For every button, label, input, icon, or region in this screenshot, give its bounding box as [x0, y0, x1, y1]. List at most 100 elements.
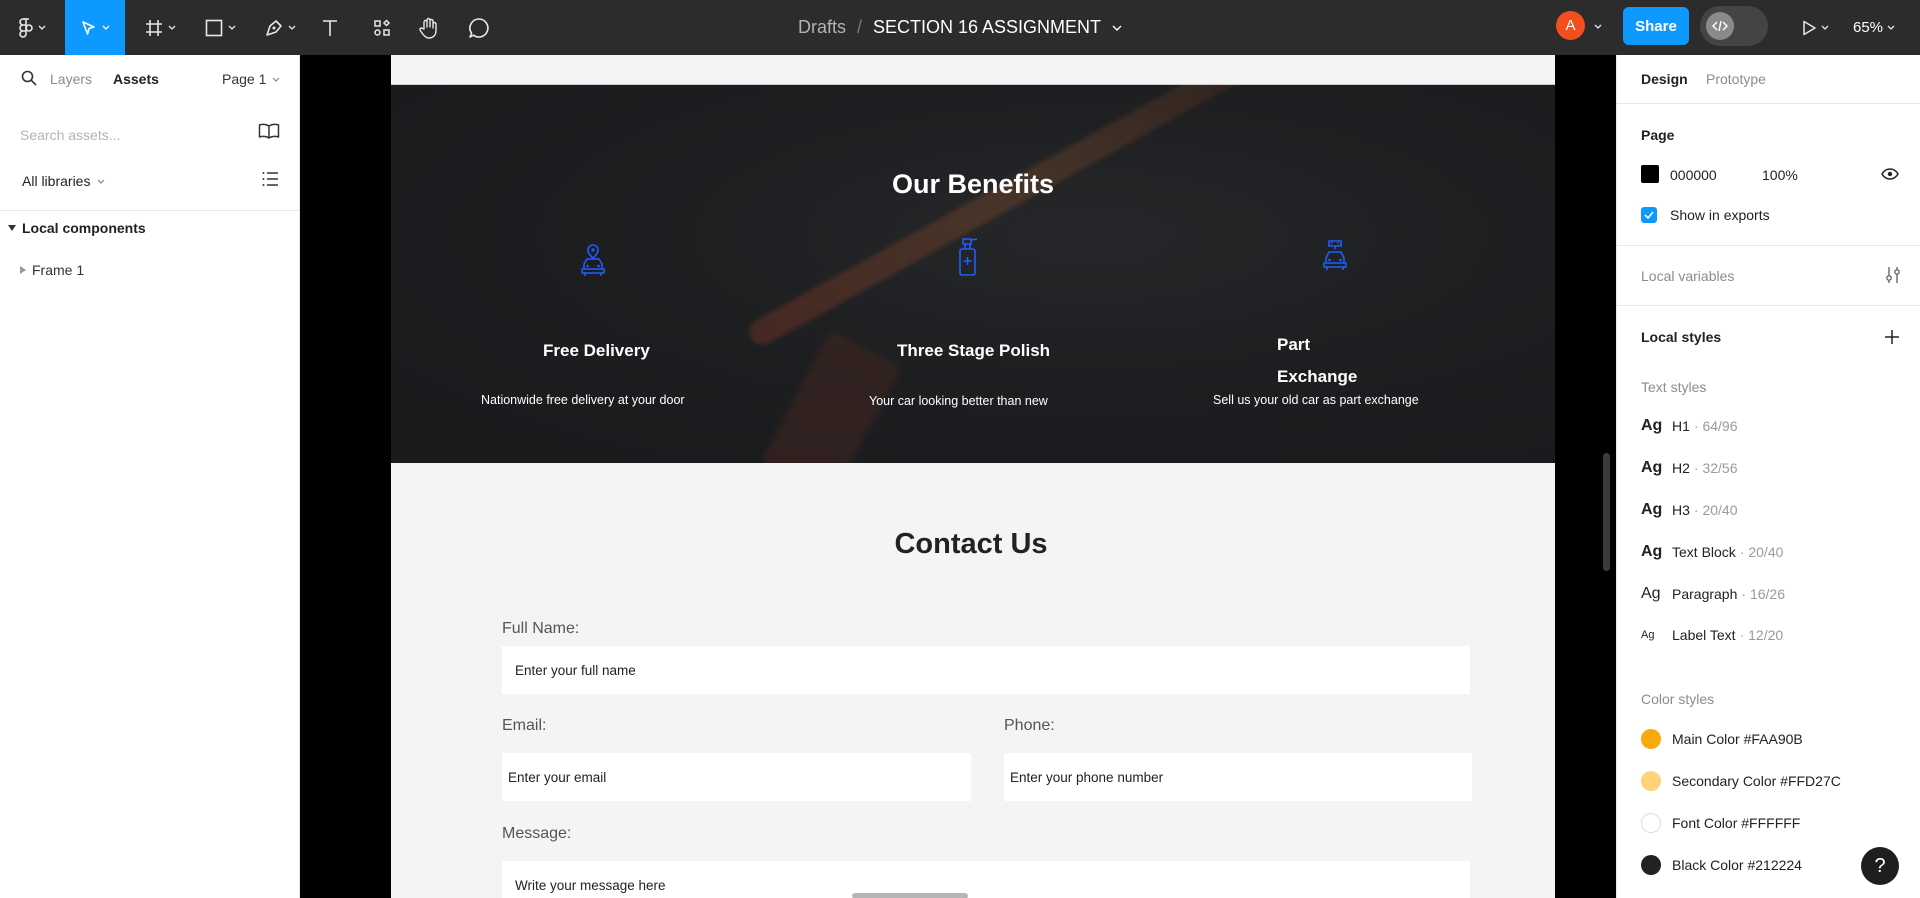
avatar[interactable]: A [1556, 11, 1585, 40]
text-style-meta: · 20/40 [1693, 502, 1738, 518]
main-menu-button[interactable] [10, 0, 54, 55]
chevron-down-icon [228, 25, 235, 30]
local-styles-title: Local styles [1641, 329, 1722, 345]
dev-mode-toggle[interactable] [1700, 6, 1768, 46]
divider [1617, 245, 1920, 246]
zoom-control[interactable]: 65% [1853, 0, 1895, 55]
text-style-name: H3 [1672, 502, 1690, 518]
text-style-h1[interactable]: Ag H1 · 64/96 [1641, 417, 1738, 435]
frame-tool-button[interactable] [138, 0, 182, 55]
resources-button[interactable] [368, 0, 396, 55]
benefit-heading: Exchange [1277, 367, 1358, 386]
chevron-down-icon [1821, 25, 1828, 30]
color-style-secondary[interactable]: Secondary Color #FFD27C [1641, 771, 1841, 791]
phone-field[interactable] [1004, 753, 1472, 801]
hand-tool-icon [419, 17, 437, 39]
text-style-preview: Ag [1641, 501, 1663, 518]
chevron-down-icon [98, 179, 105, 184]
left-panel-tabs: Layers Assets Page 1 [0, 55, 300, 103]
text-tool-button[interactable] [316, 0, 344, 55]
search-assets-input[interactable] [20, 123, 250, 147]
help-button[interactable]: ? [1861, 847, 1899, 885]
email-label: Email: [502, 717, 547, 734]
text-style-h3[interactable]: Ag H3 · 20/40 [1641, 501, 1738, 519]
share-button[interactable]: Share [1623, 7, 1689, 45]
divider [1617, 103, 1920, 104]
text-style-name: Paragraph [1672, 586, 1738, 602]
text-style-preview: Ag [1641, 459, 1663, 476]
color-style-black[interactable]: Black Color #212224 [1641, 855, 1802, 875]
email-field[interactable] [502, 753, 971, 801]
chevron-down-icon [102, 25, 109, 30]
color-swatch [1641, 729, 1661, 749]
list-view-icon[interactable] [262, 172, 278, 186]
text-style-name: Text Block [1672, 544, 1736, 560]
chevron-down-icon[interactable] [1594, 24, 1602, 29]
message-field[interactable] [502, 861, 1470, 898]
canvas-scrollbar[interactable] [1603, 453, 1610, 571]
tab-assets[interactable]: Assets [113, 71, 159, 87]
pen-tool-icon [265, 19, 282, 36]
present-button[interactable] [1793, 0, 1837, 55]
resources-icon [374, 18, 391, 36]
comment-tool-button[interactable] [465, 0, 493, 55]
tab-layers[interactable]: Layers [50, 71, 92, 87]
plus-icon[interactable] [1884, 329, 1900, 345]
shape-tool-button[interactable] [198, 0, 242, 55]
breadcrumb-drafts[interactable]: Drafts [798, 17, 846, 38]
frame-1[interactable]: Our Benefits Free Delivery Nationwide fr… [391, 55, 1555, 898]
car-location-icon [581, 244, 605, 276]
benefit-heading: Free Delivery [543, 341, 650, 360]
variables-settings-icon[interactable] [1885, 266, 1901, 284]
pen-tool-button[interactable] [258, 0, 302, 55]
benefits-title: Our Benefits [891, 169, 1055, 199]
library-filter[interactable]: All libraries [22, 173, 105, 189]
chevron-down-icon[interactable] [1112, 25, 1122, 31]
text-style-label-text[interactable]: Ag Label Text · 12/20 [1641, 627, 1783, 643]
chevron-down-icon [288, 25, 295, 30]
text-style-text-block[interactable]: Ag Text Block · 20/40 [1641, 543, 1783, 561]
spray-bottle-icon [959, 238, 978, 276]
page-color-swatch[interactable] [1641, 165, 1659, 183]
tab-design[interactable]: Design [1641, 71, 1688, 87]
text-style-meta: · 20/40 [1739, 544, 1784, 560]
file-name[interactable]: SECTION 16 ASSIGNMENT [873, 17, 1101, 38]
move-tool-button[interactable] [65, 0, 125, 55]
chevron-down-icon [168, 25, 175, 30]
component-frame-1[interactable]: Frame 1 [20, 262, 84, 278]
full-name-label: Full Name: [502, 620, 580, 637]
page-color-value[interactable]: 000000 [1670, 167, 1717, 183]
page-opacity-value[interactable]: 100% [1762, 167, 1798, 183]
library-book-icon[interactable] [258, 122, 280, 140]
design-canvas[interactable]: Our Benefits Free Delivery Nationwide fr… [301, 55, 1615, 898]
full-name-field[interactable] [502, 646, 1470, 694]
show-in-exports-checkbox[interactable] [1641, 207, 1657, 223]
toolbar: Drafts / SECTION 16 ASSIGNMENT A Share 6… [0, 0, 1920, 55]
color-swatch [1641, 771, 1661, 791]
page-selector[interactable]: Page 1 [222, 71, 280, 87]
page-selector-label: Page 1 [222, 71, 267, 87]
color-style-font[interactable]: Font Color #FFFFFF [1641, 813, 1800, 833]
show-in-exports-label: Show in exports [1670, 207, 1770, 223]
local-components-section[interactable]: Local components [8, 220, 146, 236]
text-style-h2[interactable]: Ag H2 · 32/56 [1641, 459, 1738, 477]
frame-header-strip [391, 55, 1555, 85]
benefits-section[interactable]: Our Benefits Free Delivery Nationwide fr… [391, 85, 1555, 463]
phone-label: Phone: [1004, 717, 1055, 734]
breadcrumb-separator: / [856, 17, 862, 37]
benefit-text: Sell us your old car as part exchange [1213, 393, 1419, 407]
move-tool-icon [81, 20, 95, 35]
figma-menu-icon [18, 17, 33, 38]
text-style-paragraph[interactable]: Ag Paragraph · 16/26 [1641, 585, 1785, 603]
search-icon[interactable] [21, 70, 37, 86]
dev-mode-icon [1706, 12, 1734, 40]
color-style-main[interactable]: Main Color #FAA90B [1641, 729, 1803, 749]
benefit-text: Your car looking better than new [869, 394, 1048, 408]
hand-tool-button[interactable] [415, 0, 443, 55]
color-style-label: Black Color #212224 [1672, 857, 1802, 873]
local-variables-title: Local variables [1641, 268, 1735, 284]
benefit-text: Nationwide free delivery at your door [481, 393, 685, 407]
eye-icon[interactable] [1881, 168, 1899, 180]
color-swatch [1641, 813, 1661, 833]
tab-prototype[interactable]: Prototype [1706, 71, 1766, 87]
